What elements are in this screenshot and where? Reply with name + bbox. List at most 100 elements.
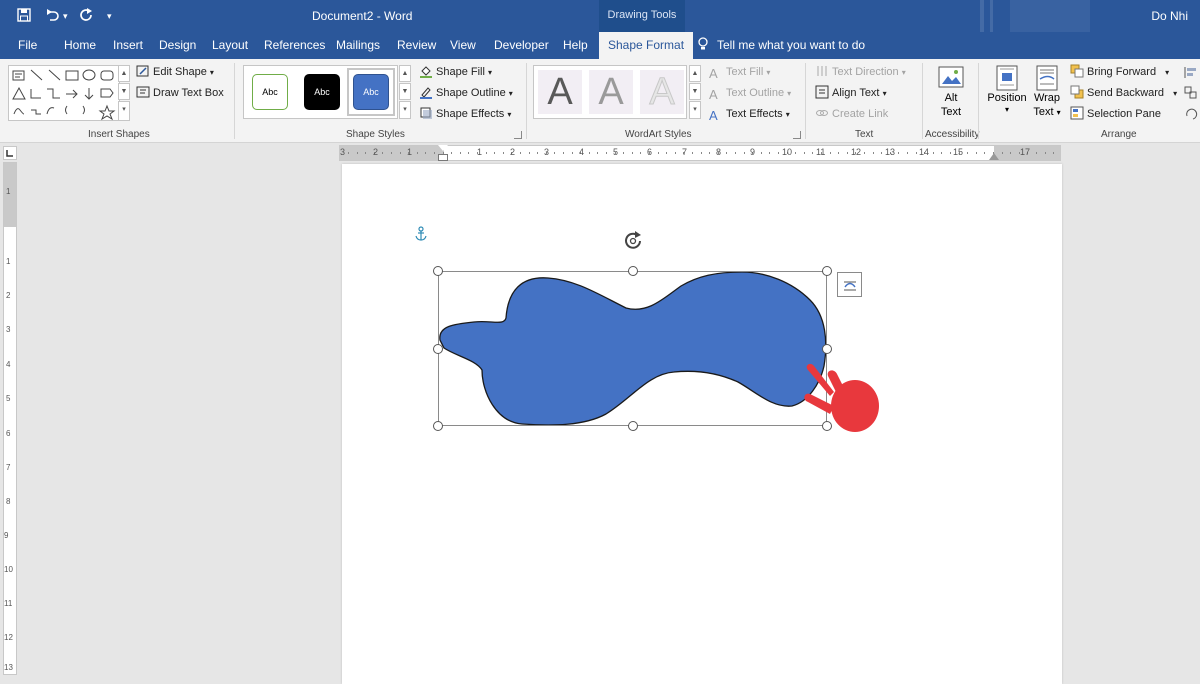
tab-references[interactable]: References bbox=[264, 32, 325, 59]
ruler-label: 1 bbox=[6, 257, 11, 266]
wordart-scroll-down-icon[interactable]: ▼ bbox=[689, 83, 701, 100]
tab-mailings[interactable]: Mailings bbox=[336, 32, 380, 59]
tab-insert[interactable]: Insert bbox=[113, 32, 143, 59]
text-effects-button[interactable]: A Text Effects ▾ bbox=[709, 105, 790, 123]
wordart-style-3[interactable]: A bbox=[640, 70, 684, 114]
styles-scroll-down-icon[interactable]: ▼ bbox=[399, 83, 411, 100]
shape-styles-launcher-icon[interactable] bbox=[514, 131, 522, 139]
wordart-more-icon[interactable]: ▾ bbox=[689, 101, 701, 119]
send-backward-button[interactable]: Send Backward ▾ bbox=[1070, 84, 1177, 102]
tab-view[interactable]: View bbox=[450, 32, 476, 59]
resize-handle-bottom-left[interactable] bbox=[433, 421, 443, 431]
document-title: Document2 - Word bbox=[312, 9, 413, 23]
tab-layout[interactable]: Layout bbox=[212, 32, 248, 59]
wordart-style-3-glyph: A bbox=[649, 71, 675, 114]
shapes-more-icon[interactable]: ▾ bbox=[118, 101, 130, 121]
context-group-label: Drawing Tools bbox=[599, 0, 685, 32]
user-name[interactable]: Do Nhi bbox=[1151, 9, 1188, 23]
wordart-scroll-up-icon[interactable]: ▲ bbox=[689, 65, 701, 82]
ruler-tick bbox=[674, 152, 676, 154]
right-indent-marker-icon[interactable] bbox=[989, 153, 999, 160]
first-line-indent-marker-icon[interactable] bbox=[438, 145, 448, 151]
style-preset-2[interactable]: Abc bbox=[304, 74, 340, 110]
text-outline-button[interactable]: A Text Outline ▾ bbox=[709, 84, 791, 102]
vertical-ruler[interactable]: 1 1 2 3 4 5 6 7 8 9 10 11 12 13 bbox=[3, 162, 17, 675]
shapes-gallery[interactable] bbox=[8, 65, 120, 121]
rotate-handle-icon[interactable] bbox=[622, 230, 646, 252]
undo-dropdown-icon[interactable]: ▾ bbox=[63, 7, 68, 25]
text-fill-button[interactable]: A Text Fill ▾ bbox=[709, 63, 770, 81]
ruler-tab-selector[interactable] bbox=[3, 146, 17, 160]
left-indent-marker-icon[interactable] bbox=[438, 154, 448, 161]
position-button[interactable]: Position ▾ bbox=[986, 63, 1028, 127]
shape-effects-button[interactable]: Shape Effects ▾ bbox=[419, 105, 511, 123]
edit-shape-label: Edit Shape bbox=[153, 66, 207, 78]
text-effects-icon: A bbox=[709, 108, 718, 123]
customize-icon[interactable]: ▾ bbox=[107, 7, 112, 25]
edit-shape-icon bbox=[136, 64, 150, 78]
align-text-button[interactable]: Align Text ▾ bbox=[815, 84, 887, 102]
ruler-tick bbox=[416, 152, 418, 154]
wordart-gallery[interactable]: A A A bbox=[533, 65, 687, 119]
resize-handle-left[interactable] bbox=[433, 344, 443, 354]
styles-scroll-up-icon[interactable]: ▲ bbox=[399, 65, 411, 82]
ruler-tick bbox=[778, 152, 779, 154]
save-icon[interactable] bbox=[16, 7, 32, 25]
edit-shape-button[interactable]: Edit Shape ▾ bbox=[136, 63, 214, 81]
undo-icon[interactable] bbox=[44, 7, 60, 25]
draw-text-box-button[interactable]: Draw Text Box bbox=[136, 84, 224, 102]
shape-styles-gallery[interactable]: Abc Abc Abc bbox=[243, 65, 398, 119]
ruler-tick bbox=[984, 152, 986, 154]
resize-handle-top[interactable] bbox=[628, 266, 638, 276]
horizontal-ruler[interactable]: 3 2 1 1 2 3 4 5 6 7 8 9 10 11 12 13 14 1… bbox=[339, 145, 1061, 161]
tab-file[interactable]: File bbox=[18, 32, 37, 59]
group-separator bbox=[978, 63, 979, 139]
group-icon[interactable] bbox=[1184, 86, 1198, 100]
ruler-label: 2 bbox=[6, 291, 11, 300]
hand-pointer-icon bbox=[804, 363, 879, 432]
style-preset-3-selected[interactable]: Abc bbox=[347, 68, 395, 116]
align-icon[interactable] bbox=[1184, 65, 1198, 79]
shapes-scroll-down-icon[interactable]: ▼ bbox=[118, 83, 130, 100]
wordart-styles-launcher-icon[interactable] bbox=[793, 131, 801, 139]
shape-outline-button[interactable]: Shape Outline ▾ bbox=[419, 84, 513, 102]
wordart-style-1-glyph: A bbox=[547, 71, 573, 113]
styles-more-icon[interactable]: ▾ bbox=[399, 101, 411, 119]
rotate-icon[interactable] bbox=[1184, 107, 1198, 121]
resize-handle-bottom[interactable] bbox=[628, 421, 638, 431]
wordart-style-1[interactable]: A bbox=[538, 70, 582, 114]
create-link-button[interactable]: Create Link bbox=[815, 105, 888, 123]
draw-text-box-label: Draw Text Box bbox=[153, 87, 224, 99]
bring-forward-button[interactable]: Bring Forward ▾ bbox=[1070, 63, 1169, 81]
layout-options-button[interactable] bbox=[837, 272, 862, 297]
shape-fill-button[interactable]: Shape Fill ▾ bbox=[419, 63, 492, 81]
accessibility-group-label: Accessibility bbox=[925, 129, 980, 140]
tab-shape-format[interactable]: Shape Format bbox=[599, 32, 694, 59]
ruler-tick bbox=[494, 152, 496, 154]
text-direction-icon bbox=[815, 64, 829, 78]
style-preset-1[interactable]: Abc bbox=[252, 74, 288, 110]
tab-help[interactable]: Help bbox=[563, 32, 588, 59]
resize-handle-right[interactable] bbox=[822, 344, 832, 354]
text-direction-button[interactable]: Text Direction ▾ bbox=[815, 63, 906, 81]
resize-handle-top-left[interactable] bbox=[433, 266, 443, 276]
alt-text-button[interactable]: Alt Text bbox=[930, 63, 972, 127]
resize-handle-top-right[interactable] bbox=[822, 266, 832, 276]
tab-review[interactable]: Review bbox=[397, 32, 436, 59]
wrap-text-button[interactable]: Wrap Text ▾ bbox=[1030, 63, 1064, 127]
selection-pane-button[interactable]: Selection Pane bbox=[1070, 105, 1161, 123]
ruler-tick bbox=[399, 152, 401, 154]
wordart-style-2[interactable]: A bbox=[589, 70, 633, 114]
shapes-scroll-up-icon[interactable]: ▲ bbox=[118, 65, 130, 82]
ruler-tick bbox=[1053, 152, 1055, 154]
tab-developer[interactable]: Developer bbox=[494, 32, 549, 59]
pen-outline-icon bbox=[419, 85, 433, 99]
text-outline-icon: A bbox=[709, 87, 718, 102]
link-icon bbox=[815, 106, 829, 120]
tab-design[interactable]: Design bbox=[159, 32, 196, 59]
tell-me-search[interactable]: Tell me what you want to do bbox=[697, 32, 865, 59]
ruler-label: 3 bbox=[544, 147, 550, 157]
ruler-tick bbox=[829, 152, 831, 154]
redo-icon[interactable] bbox=[79, 7, 95, 25]
tab-home[interactable]: Home bbox=[64, 32, 96, 59]
